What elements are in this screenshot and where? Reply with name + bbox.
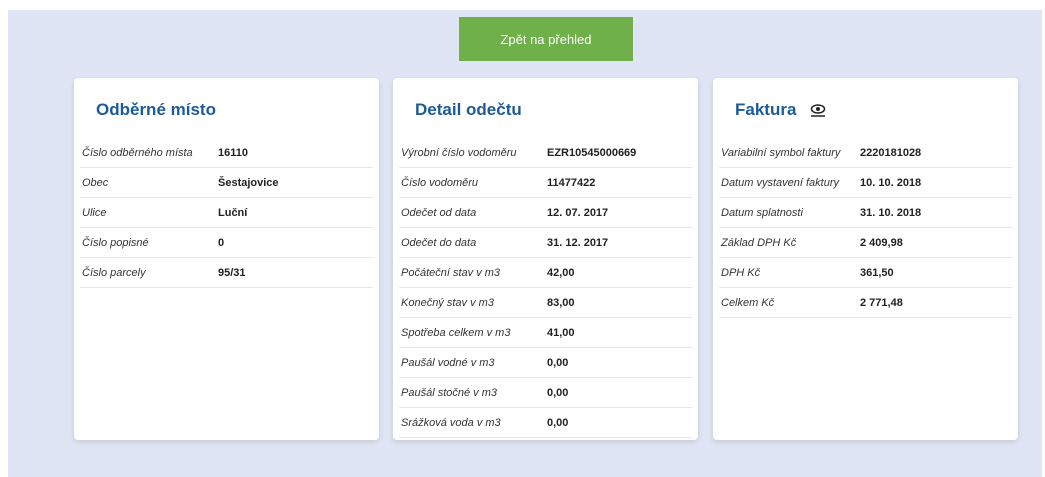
row-value: Luční xyxy=(218,206,248,219)
row-label: Srážková voda v m3 xyxy=(401,416,501,429)
detail-row: Ulice Luční xyxy=(80,198,373,228)
row-value: 31. 10. 2018 xyxy=(860,206,922,219)
card-title-text: Detail odečtu xyxy=(415,100,522,119)
row-label: Datum vystavení faktury xyxy=(721,176,839,189)
detail-row: Datum vystavení faktury 10. 10. 2018 xyxy=(719,168,1012,198)
detail-row: Paušál vodné v m3 0,00 xyxy=(399,348,692,378)
card-title-text: Odběrné místo xyxy=(96,100,216,119)
row-label: Číslo parcely xyxy=(82,266,146,279)
row-label: Konečný stav v m3 xyxy=(401,296,494,309)
detail-rows: Číslo odběrného místa 16110 Obec Šestajovi… xyxy=(80,138,373,288)
row-value: 2 771,48 xyxy=(860,296,903,309)
row-label: Variabilní symbol faktury xyxy=(721,146,841,159)
row-label: Celkem Kč xyxy=(721,296,775,309)
detail-row: DPH Kč 361,50 xyxy=(719,258,1012,288)
row-value: 0,00 xyxy=(547,386,569,399)
row-label: Odečet do data xyxy=(401,236,477,249)
row-value: EZR10545000669 xyxy=(547,146,637,159)
row-value: 0,00 xyxy=(547,416,569,429)
detail-row: Celkem Kč 2 771,48 xyxy=(719,288,1012,318)
row-label: DPH Kč xyxy=(721,266,761,279)
detail-row: Paušál stočné v m3 0,00 xyxy=(399,378,692,408)
detail-row: Variabilní symbol faktury 2220181028 xyxy=(719,138,1012,168)
delivery-point-card: Odběrné místo Číslo odběrného místa 16110… xyxy=(74,78,379,440)
card-title-text: Faktura xyxy=(735,100,797,119)
row-label: Počáteční stav v m3 xyxy=(401,266,501,279)
detail-rows: Výrobní číslo vodoměru EZR10545000669 Čís… xyxy=(399,138,692,438)
reading-detail-card: Detail odečtu Výrobní číslo vodoměru EZR1… xyxy=(393,78,698,440)
row-label: Datum splatnosti xyxy=(721,206,803,219)
card-title: Odběrné místo xyxy=(96,100,216,120)
row-value: 16110 xyxy=(218,146,248,159)
detail-row: Počáteční stav v m3 42,00 xyxy=(399,258,692,288)
row-value: 83,00 xyxy=(547,296,575,309)
row-value: 31. 12. 2017 xyxy=(547,236,609,249)
row-label: Základ DPH Kč xyxy=(721,236,797,249)
row-label: Spotřeba celkem v m3 xyxy=(401,326,511,339)
card-title: Faktura xyxy=(735,100,826,120)
row-value: 2 409,98 xyxy=(860,236,903,249)
detail-row: Spotřeba celkem v m3 41,00 xyxy=(399,318,692,348)
invoice-card: Faktura Variabilní symbol faktury 2220181… xyxy=(713,78,1018,440)
detail-row: Číslo popisné 0 xyxy=(80,228,373,258)
row-label: Paušál stočné v m3 xyxy=(401,386,497,399)
detail-row: Srážková voda v m3 0,00 xyxy=(399,408,692,438)
row-value: 0,00 xyxy=(547,356,569,369)
row-label: Obec xyxy=(82,176,109,189)
eye-icon[interactable] xyxy=(810,102,826,118)
row-label: Číslo vodoměru xyxy=(401,176,479,189)
back-to-overview-button[interactable]: Zpět na přehled xyxy=(459,17,633,61)
row-label: Odečet od data xyxy=(401,206,477,219)
row-value: 0 xyxy=(218,236,225,249)
row-value: 361,50 xyxy=(860,266,894,279)
detail-row: Číslo odběrného místa 16110 xyxy=(80,138,373,168)
row-label: Číslo popisné xyxy=(82,236,149,249)
detail-row: Číslo parcely 95/31 xyxy=(80,258,373,288)
row-value: 42,00 xyxy=(547,266,575,279)
row-value: 11477422 xyxy=(547,176,596,189)
row-label: Číslo odběrného místa xyxy=(82,146,193,159)
detail-row: Odečet od data 12. 07. 2017 xyxy=(399,198,692,228)
row-value: 10. 10. 2018 xyxy=(860,176,922,189)
row-label: Výrobní číslo vodoměru xyxy=(401,146,517,159)
detail-row: Konečný stav v m3 83,00 xyxy=(399,288,692,318)
card-title: Detail odečtu xyxy=(415,100,522,120)
detail-row: Číslo vodoměru 11477422 xyxy=(399,168,692,198)
detail-row: Datum splatnosti 31. 10. 2018 xyxy=(719,198,1012,228)
detail-row: Obec Šestajovice xyxy=(80,168,373,198)
row-value: 2220181028 xyxy=(860,146,922,159)
row-value: Šestajovice xyxy=(218,176,279,189)
row-label: Ulice xyxy=(82,206,107,219)
row-label: Paušál vodné v m3 xyxy=(401,356,495,369)
row-value: 12. 07. 2017 xyxy=(547,206,609,219)
detail-row: Výrobní číslo vodoměru EZR10545000669 xyxy=(399,138,692,168)
row-value: 95/31 xyxy=(218,266,246,279)
detail-row: Odečet do data 31. 12. 2017 xyxy=(399,228,692,258)
row-value: 41,00 xyxy=(547,326,575,339)
detail-rows: Variabilní symbol faktury 2220181028 Datu… xyxy=(719,138,1012,318)
detail-row: Základ DPH Kč 2 409,98 xyxy=(719,228,1012,258)
